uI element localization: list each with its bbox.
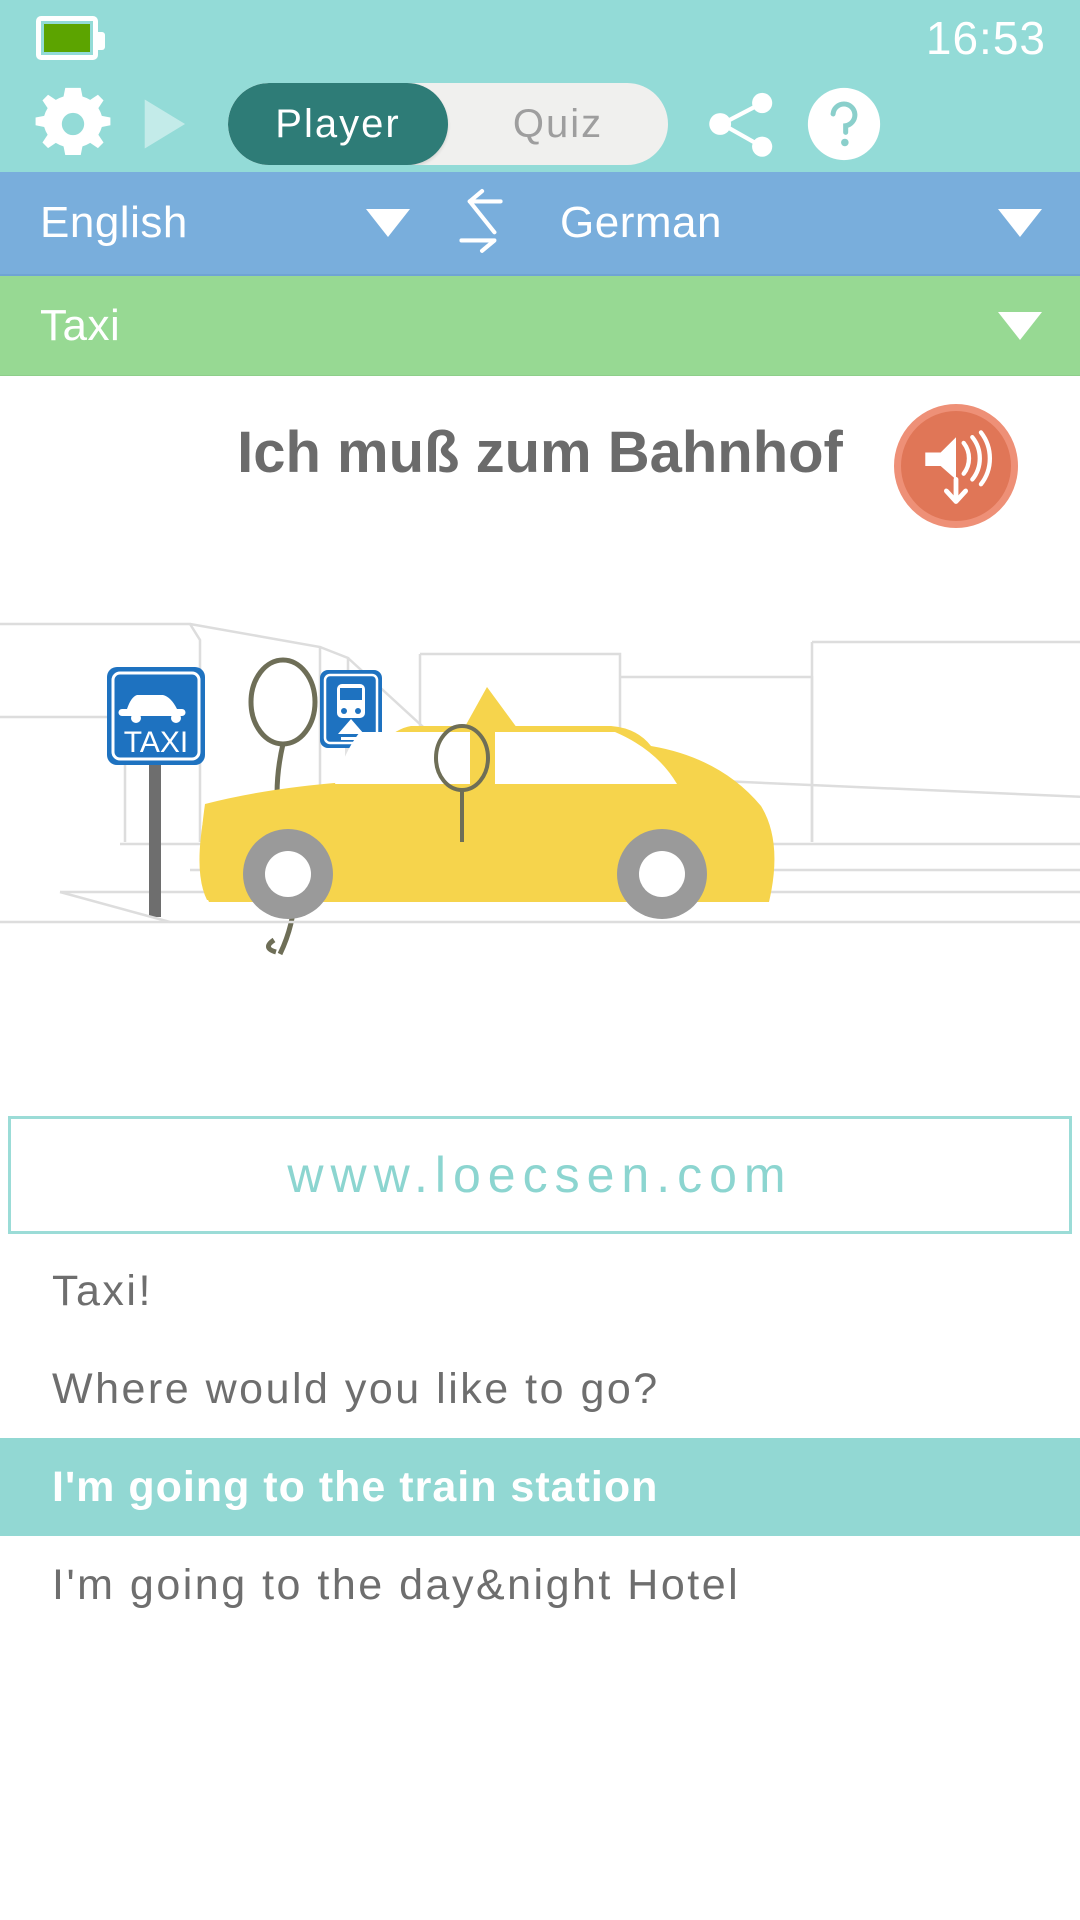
play-icon [144, 99, 186, 149]
language-bar: English German [0, 172, 1080, 276]
status-clock: 16:53 [925, 12, 1046, 64]
swap-languages-button[interactable] [440, 187, 520, 259]
chevron-down-icon [366, 209, 410, 237]
category-label: Taxi [40, 300, 121, 350]
tab-player[interactable]: Player [228, 83, 448, 165]
app-toolbar: Player Quiz [0, 76, 1080, 172]
taxi-car [199, 687, 775, 919]
settings-button[interactable] [30, 81, 116, 167]
share-button[interactable] [696, 78, 788, 170]
list-item[interactable]: I'm going to the day&night Hotel [0, 1536, 1080, 1634]
target-language-label: German [560, 198, 722, 247]
source-language-selector[interactable]: English [0, 172, 440, 274]
list-item[interactable]: Taxi! [0, 1242, 1080, 1340]
chevron-down-icon [998, 311, 1042, 340]
category-selector[interactable]: Taxi [0, 276, 1080, 376]
target-language-selector[interactable]: German [520, 172, 1080, 274]
list-item[interactable]: Where would you like to go? [0, 1340, 1080, 1438]
phrase-header: Ich muß zum Bahnhof [0, 376, 1080, 592]
share-icon [709, 92, 773, 157]
battery-full-icon [36, 16, 105, 60]
chevron-down-icon [998, 209, 1042, 237]
translated-phrase: Ich muß zum Bahnhof [237, 420, 843, 485]
website-banner[interactable]: www.loecsen.com [8, 1116, 1072, 1234]
swap-arrows-icon [459, 189, 503, 253]
battery-nub [97, 32, 105, 50]
play-audio-button[interactable] [894, 404, 1018, 528]
taxi-sign: TAXI [107, 667, 205, 917]
play-button[interactable] [122, 84, 202, 164]
scene-svg: TAXI [0, 622, 1080, 956]
mode-toggle[interactable]: Player Quiz [228, 83, 668, 165]
help-icon [807, 87, 881, 161]
speaker-download-icon [925, 430, 992, 504]
svg-text:TAXI: TAXI [124, 726, 188, 759]
gear-icon [35, 87, 111, 155]
status-bar: 16:53 [0, 0, 1080, 76]
help-button[interactable] [802, 82, 886, 166]
source-language-label: English [40, 198, 188, 247]
list-item[interactable]: I'm going to the train station [0, 1438, 1080, 1536]
taxi-street-scene: TAXI [0, 592, 1080, 1092]
battery-fill [44, 24, 90, 52]
tab-quiz[interactable]: Quiz [448, 83, 668, 165]
phrase-list: Taxi! Where would you like to go? I'm go… [0, 1242, 1080, 1634]
website-url: www.loecsen.com [287, 1147, 793, 1203]
